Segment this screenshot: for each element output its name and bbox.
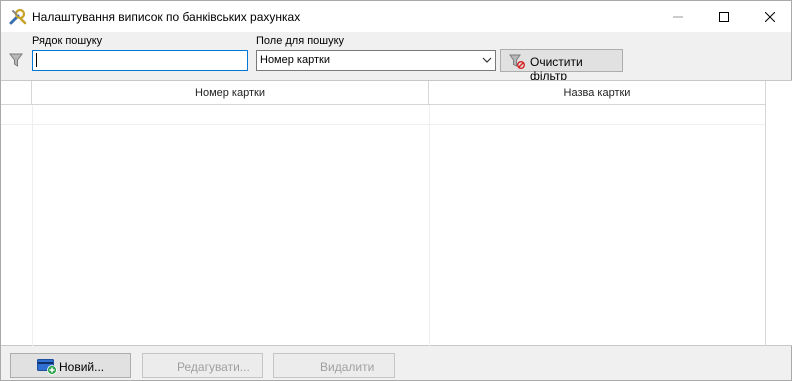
column-divider bbox=[32, 105, 33, 346]
clear-filter-button[interactable]: Очистити фільтр bbox=[500, 49, 623, 83]
new-button-label: Новий... bbox=[59, 360, 105, 374]
search-label: Рядок пошуку bbox=[32, 35, 103, 47]
edit-button-label: Редагувати... bbox=[177, 360, 250, 374]
clear-filter-icon bbox=[509, 54, 525, 69]
column-header-card-number[interactable]: Номер картки bbox=[32, 81, 429, 105]
close-button[interactable] bbox=[747, 1, 792, 32]
cards-grid[interactable]: Номер картки Назва картки bbox=[1, 80, 792, 346]
grid-header: Номер картки Назва картки bbox=[1, 81, 766, 105]
maximize-button[interactable] bbox=[701, 1, 747, 32]
window-title: Налаштування виписок по банківських раху… bbox=[32, 10, 301, 24]
maximize-icon bbox=[719, 11, 729, 22]
new-button[interactable]: Новий... bbox=[10, 353, 131, 378]
column-divider bbox=[429, 105, 430, 346]
search-field-select[interactable]: Номер картки bbox=[256, 50, 496, 71]
minimize-button[interactable] bbox=[655, 1, 701, 32]
settings-window: Налаштування виписок по банківських раху… bbox=[0, 0, 792, 381]
chevron-down-icon bbox=[482, 57, 492, 63]
minimize-icon bbox=[673, 16, 683, 17]
empty-row-line bbox=[1, 124, 766, 125]
grid-right-edge bbox=[765, 81, 766, 346]
add-card-icon bbox=[37, 359, 57, 375]
search-field-value: Номер картки bbox=[260, 54, 330, 66]
funnel-icon bbox=[9, 53, 23, 67]
wrench-tools-icon bbox=[9, 8, 27, 25]
delete-button[interactable]: Видалити bbox=[273, 353, 395, 378]
text-caret bbox=[36, 53, 37, 67]
clear-filter-label: Очистити фільтр bbox=[530, 55, 583, 83]
search-input[interactable] bbox=[32, 50, 248, 71]
column-header-card-name[interactable]: Назва картки bbox=[429, 81, 766, 105]
delete-button-label: Видалити bbox=[320, 360, 375, 374]
edit-button[interactable]: Редагувати... bbox=[142, 353, 263, 378]
search-field-label: Поле для пошуку bbox=[256, 35, 345, 47]
title-bar: Налаштування виписок по банківських раху… bbox=[1, 1, 791, 32]
row-selector-header[interactable] bbox=[1, 81, 32, 105]
close-icon bbox=[765, 11, 775, 22]
